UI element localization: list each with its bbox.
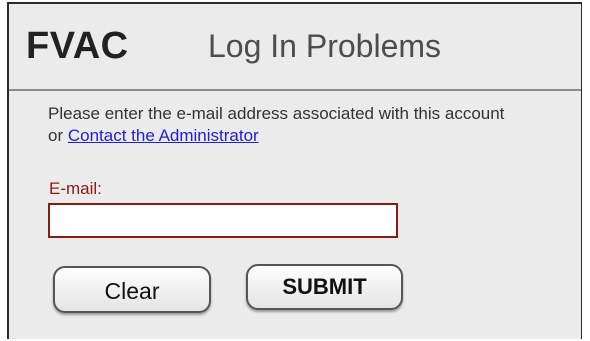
page-title: Log In Problems	[208, 28, 442, 64]
brand-logo-text: FVAC	[26, 25, 129, 67]
submit-button[interactable]: SUBMIT	[246, 264, 403, 310]
panel-header: FVAC Log In Problems	[9, 4, 581, 91]
clear-button[interactable]: Clear	[53, 266, 211, 313]
login-problems-panel: FVAC Log In Problems Please enter the e-…	[7, 2, 582, 339]
contact-administrator-link[interactable]: Contact the Administrator	[68, 126, 259, 145]
email-label: E-mail:	[49, 179, 102, 198]
instructions-text: Please enter the e-mail address associat…	[48, 103, 518, 147]
email-input[interactable]	[48, 203, 398, 238]
